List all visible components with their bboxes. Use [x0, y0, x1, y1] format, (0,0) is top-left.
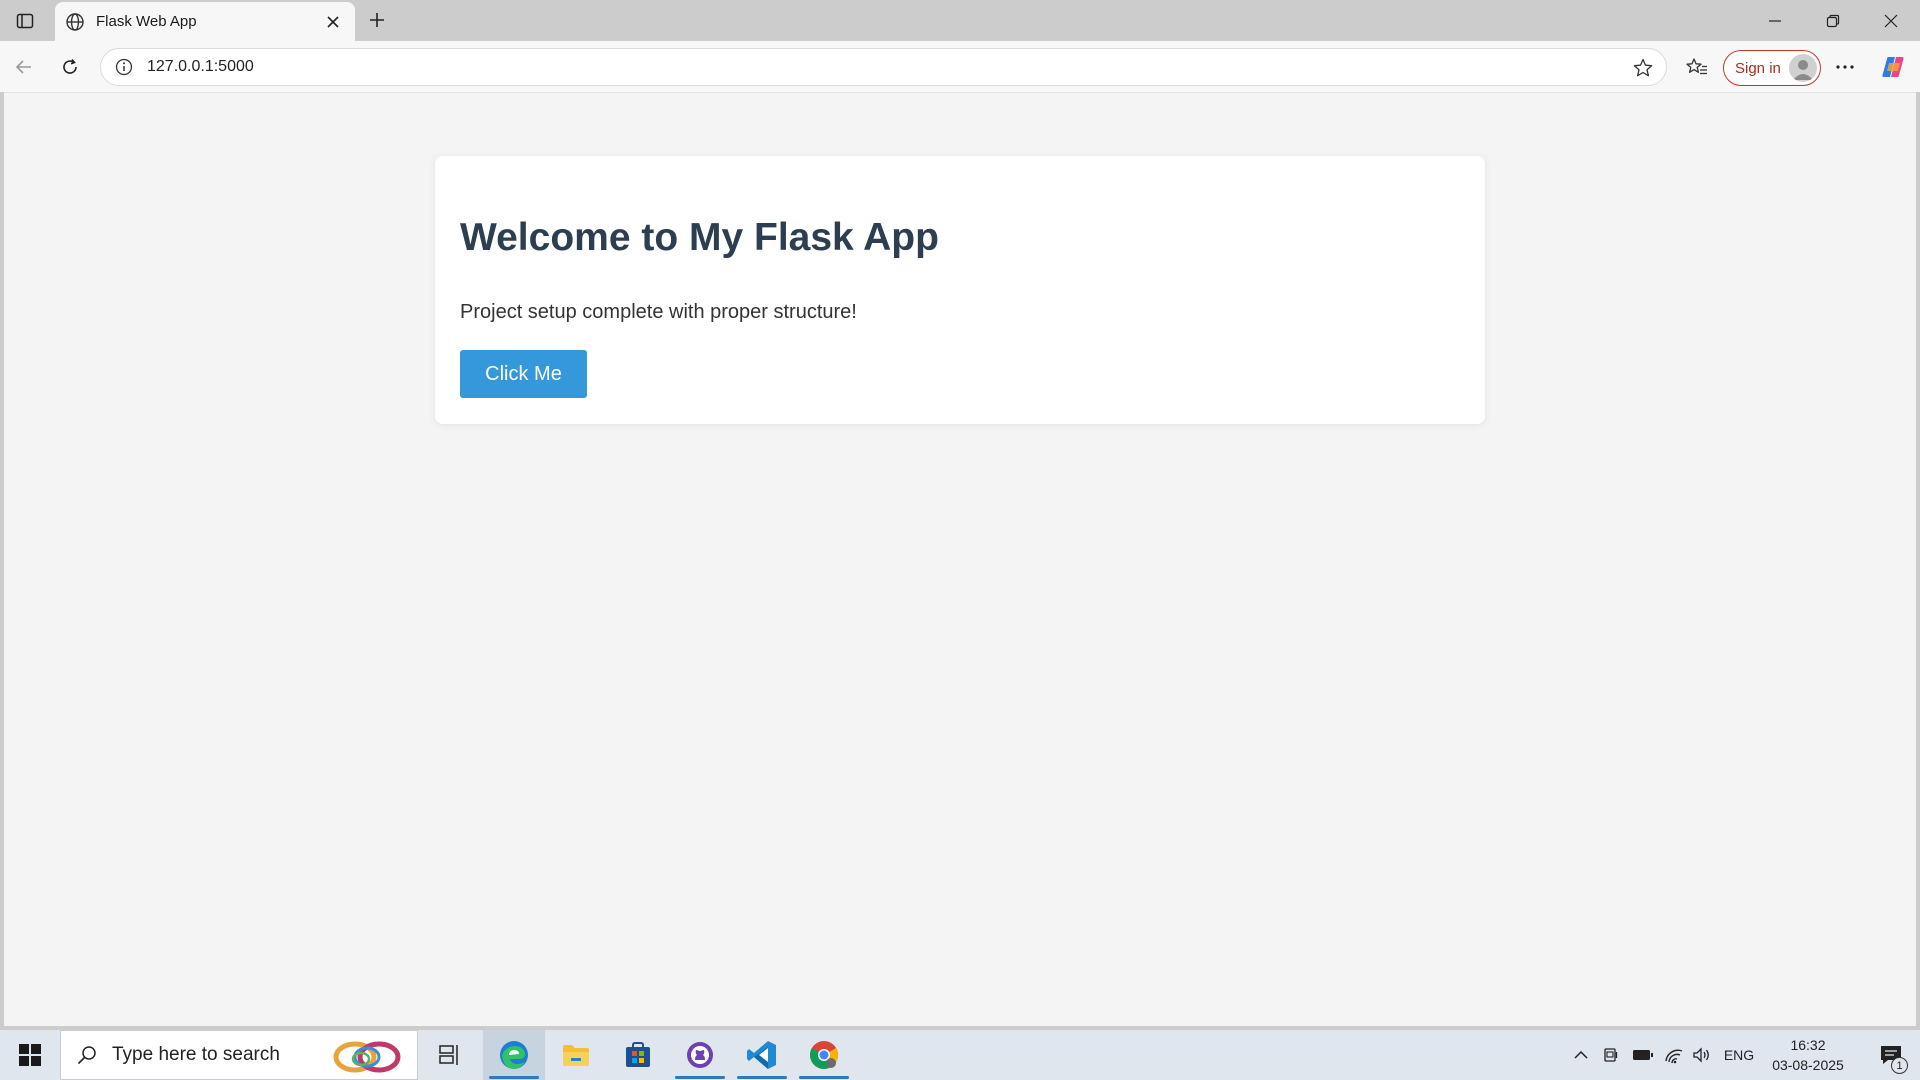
tab-flask-web-app[interactable]: Flask Web App	[55, 2, 355, 41]
minimize-icon	[1769, 19, 1781, 22]
vscode-icon	[747, 1041, 776, 1069]
avatar-icon	[1789, 54, 1817, 82]
sidebar-panel-icon	[16, 13, 34, 29]
tab-title: Flask Web App	[96, 13, 197, 30]
tab-actions-button[interactable]	[8, 6, 42, 36]
file-explorer-icon	[563, 1045, 589, 1066]
tab-strip: Flask Web App	[0, 0, 1920, 41]
refresh-icon	[63, 58, 77, 74]
refresh-button[interactable]	[52, 49, 88, 85]
minimize-button[interactable]	[1746, 0, 1804, 41]
favorites-button[interactable]	[1679, 49, 1715, 85]
wifi-icon[interactable]	[1660, 1030, 1688, 1080]
start-button[interactable]	[0, 1030, 60, 1080]
sign-in-label: Sign in	[1735, 59, 1781, 77]
click-me-button[interactable]: Click Me	[460, 350, 587, 398]
plus-icon	[370, 13, 384, 27]
restore-icon	[1826, 14, 1840, 27]
taskbar-search[interactable]: Type here to search	[60, 1030, 418, 1080]
chevron-up-icon	[1574, 1050, 1588, 1059]
page-viewport: Welcome to My Flask App Project setup co…	[4, 92, 1916, 1026]
notification-count-badge: 1	[1891, 1057, 1908, 1074]
notification-center-button[interactable]: 1	[1866, 1030, 1916, 1080]
search-highlight-rings-icon	[333, 1041, 401, 1073]
browser-toolbar: 127.0.0.1:5000 Sign in	[0, 41, 1920, 92]
globe-icon	[64, 11, 86, 33]
battery-icon[interactable]	[1628, 1030, 1658, 1080]
store-icon	[626, 1042, 650, 1067]
copilot-button[interactable]	[1875, 49, 1911, 85]
edge-icon	[500, 1041, 528, 1069]
github-desktop-icon	[687, 1042, 713, 1068]
tray-device-icon[interactable]	[1598, 1030, 1624, 1080]
close-icon	[1884, 14, 1898, 27]
taskbar-chrome[interactable]	[793, 1030, 855, 1080]
taskbar-file-explorer[interactable]	[545, 1030, 607, 1080]
back-button[interactable]	[6, 49, 42, 85]
taskbar-github-desktop[interactable]	[669, 1030, 731, 1080]
clock-time: 16:32	[1790, 1037, 1826, 1053]
language-label: ENG	[1723, 1047, 1755, 1063]
search-icon	[77, 1046, 96, 1065]
search-placeholder: Type here to search	[112, 1044, 280, 1065]
show-hidden-icons-button[interactable]	[1568, 1030, 1594, 1080]
welcome-card: Welcome to My Flask App Project setup co…	[435, 156, 1485, 424]
task-view-icon	[439, 1045, 458, 1065]
taskbar-vscode[interactable]	[731, 1030, 793, 1080]
clock-date: 03-08-2025	[1772, 1057, 1844, 1073]
close-icon	[327, 15, 339, 28]
copilot-icon	[1882, 57, 1904, 77]
page-title: Welcome to My Flask App	[460, 216, 939, 259]
address-url[interactable]: 127.0.0.1:5000	[147, 58, 254, 76]
taskbar-store[interactable]	[607, 1030, 669, 1080]
settings-more-button[interactable]	[1827, 49, 1863, 85]
favorites-list-icon	[1686, 58, 1707, 75]
favorite-star-icon[interactable]	[1630, 55, 1656, 81]
volume-icon[interactable]	[1688, 1030, 1716, 1080]
more-horizontal-icon	[1836, 65, 1854, 69]
close-window-button[interactable]	[1862, 0, 1920, 41]
sign-in-button[interactable]: Sign in	[1723, 50, 1821, 86]
windows-logo-icon	[19, 1044, 41, 1066]
new-tab-button[interactable]	[362, 5, 392, 35]
restore-button[interactable]	[1804, 0, 1862, 41]
arrow-left-icon	[15, 60, 31, 74]
language-indicator[interactable]: ENG	[1718, 1030, 1760, 1080]
task-view-button[interactable]	[419, 1030, 481, 1080]
chrome-icon	[810, 1041, 838, 1069]
info-icon[interactable]	[113, 56, 135, 78]
tab-close-button[interactable]	[321, 10, 345, 34]
page-subtitle: Project setup complete with proper struc…	[460, 301, 857, 323]
taskbar: Type here to search ENG 16:32 03-08-2025…	[0, 1030, 1920, 1080]
address-bar[interactable]: 127.0.0.1:5000	[100, 48, 1667, 86]
taskbar-clock[interactable]: 16:32 03-08-2025	[1762, 1035, 1854, 1075]
taskbar-edge[interactable]	[483, 1030, 545, 1080]
